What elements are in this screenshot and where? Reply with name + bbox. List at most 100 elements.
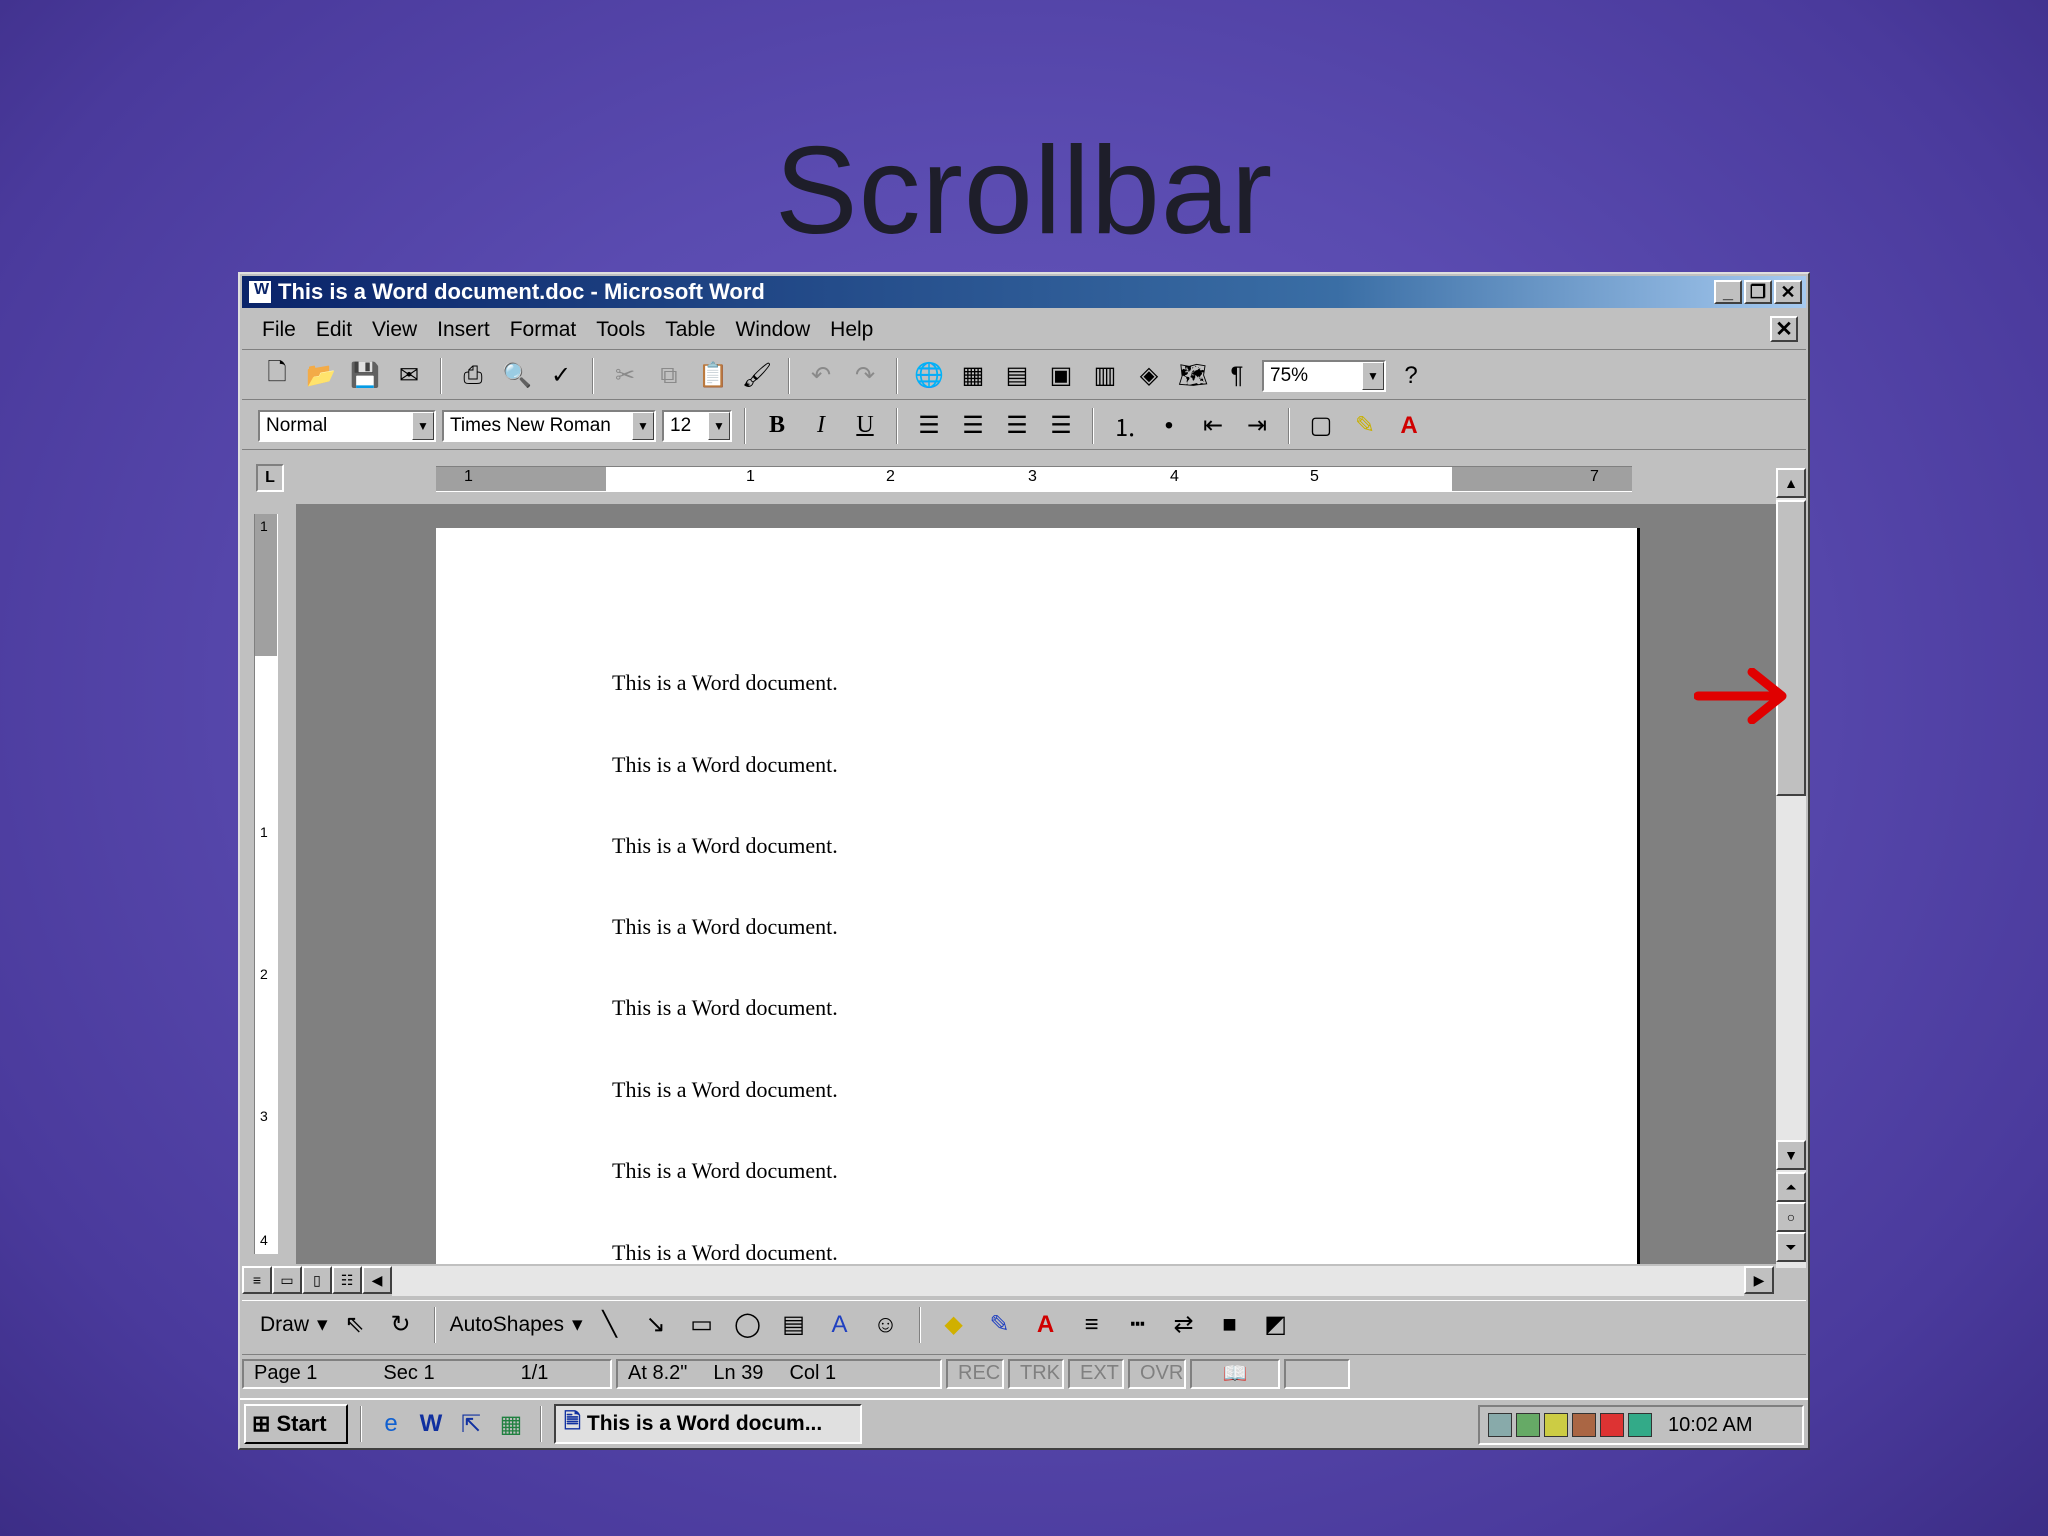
- bold-icon[interactable]: B: [758, 407, 796, 445]
- italic-icon[interactable]: I: [802, 407, 840, 445]
- hyperlink-icon[interactable]: 🌐: [910, 357, 948, 395]
- font-color-icon[interactable]: A: [1390, 407, 1428, 445]
- font-color-icon[interactable]: A: [1027, 1306, 1065, 1344]
- cut-icon[interactable]: ✂: [606, 357, 644, 395]
- outline-view-button[interactable]: ☷: [332, 1266, 362, 1294]
- zoom-select[interactable]: 75% ▼: [1262, 359, 1386, 392]
- status-trk[interactable]: TRK: [1008, 1358, 1064, 1389]
- document-line[interactable]: This is a Word document.: [612, 833, 838, 859]
- menu-format[interactable]: Format: [510, 318, 577, 342]
- document-area[interactable]: This is a Word document. This is a Word …: [296, 504, 1776, 1264]
- close-button[interactable]: ✕: [1774, 280, 1802, 304]
- spelling-status-icon[interactable]: 📖: [1190, 1358, 1280, 1389]
- insert-excel-icon[interactable]: ▣: [1042, 357, 1080, 395]
- scroll-up-button[interactable]: ▲: [1776, 468, 1806, 498]
- paste-icon[interactable]: 📋: [694, 357, 732, 395]
- ati-tray-icon[interactable]: [1600, 1413, 1624, 1437]
- chevron-down-icon[interactable]: ▼: [632, 411, 654, 440]
- style-select[interactable]: Normal ▼: [258, 409, 436, 442]
- fill-color-icon[interactable]: ◆: [935, 1306, 973, 1344]
- draw-menu[interactable]: Draw: [260, 1313, 309, 1337]
- document-line[interactable]: This is a Word document.: [612, 1077, 838, 1103]
- line-icon[interactable]: ╲: [591, 1306, 629, 1344]
- network-tray-icon[interactable]: [1488, 1413, 1512, 1437]
- menu-tools[interactable]: Tools: [596, 318, 645, 342]
- chevron-down-icon[interactable]: ▼: [708, 411, 730, 440]
- borders-icon[interactable]: ▢: [1302, 407, 1340, 445]
- text-box-icon[interactable]: ▤: [775, 1306, 813, 1344]
- scroll-down-button[interactable]: ▼: [1776, 1140, 1806, 1170]
- vertical-scrollbar[interactable]: ▲ ▼ ⏶ ○ ⏷: [1776, 468, 1806, 1268]
- clock[interactable]: 10:02 AM: [1668, 1414, 1753, 1437]
- menu-table[interactable]: Table: [665, 318, 715, 342]
- free-rotate-icon[interactable]: ↻: [382, 1306, 420, 1344]
- bullets-icon[interactable]: •: [1150, 407, 1188, 445]
- spelling-icon[interactable]: ✓: [542, 357, 580, 395]
- title-bar[interactable]: This is a Word document.doc - Microsoft …: [242, 276, 1806, 308]
- minimize-button[interactable]: _: [1714, 280, 1742, 304]
- document-line[interactable]: This is a Word document.: [612, 995, 838, 1021]
- document-map-icon[interactable]: 🗺: [1174, 357, 1212, 395]
- align-right-icon[interactable]: ☰: [998, 407, 1036, 445]
- columns-icon[interactable]: ▥: [1086, 357, 1124, 395]
- menu-window[interactable]: Window: [735, 318, 810, 342]
- cursor-app-icon[interactable]: ⇱: [454, 1407, 488, 1441]
- word-quicklaunch-icon[interactable]: W: [414, 1407, 448, 1441]
- email-icon[interactable]: ✉: [390, 357, 428, 395]
- status-ext[interactable]: EXT: [1068, 1358, 1124, 1389]
- decrease-indent-icon[interactable]: ⇤: [1194, 407, 1232, 445]
- taskbar-word-item[interactable]: 🗎 This is a Word docum...: [554, 1404, 862, 1444]
- document-line[interactable]: This is a Word document.: [612, 1158, 838, 1184]
- shadow-icon[interactable]: ■: [1211, 1306, 1249, 1344]
- wordart-icon[interactable]: A: [821, 1306, 859, 1344]
- line-color-icon[interactable]: ✎: [981, 1306, 1019, 1344]
- pen-tray-icon[interactable]: [1544, 1413, 1568, 1437]
- 3d-icon[interactable]: ◩: [1257, 1306, 1295, 1344]
- start-button[interactable]: ⊞ Start: [244, 1404, 348, 1444]
- menu-help[interactable]: Help: [830, 318, 873, 342]
- format-painter-icon[interactable]: 🖌: [738, 357, 776, 395]
- align-left-icon[interactable]: ☰: [910, 407, 948, 445]
- print-preview-icon[interactable]: 🔍: [498, 357, 536, 395]
- save-icon[interactable]: 💾: [346, 357, 384, 395]
- chevron-down-icon[interactable]: ▾: [317, 1312, 328, 1337]
- horizontal-ruler[interactable]: 1 1 2 3 4 5 7: [436, 466, 1632, 492]
- rectangle-icon[interactable]: ▭: [683, 1306, 721, 1344]
- menu-file[interactable]: File: [262, 318, 296, 342]
- restore-button[interactable]: ❐: [1744, 280, 1772, 304]
- power-tray-icon[interactable]: [1572, 1413, 1596, 1437]
- dash-style-icon[interactable]: ┅: [1119, 1306, 1157, 1344]
- scroll-left-button[interactable]: ◀: [362, 1266, 392, 1294]
- open-folder-icon[interactable]: 📂: [302, 357, 340, 395]
- undo-icon[interactable]: ↶: [802, 357, 840, 395]
- insert-table-icon[interactable]: ▤: [998, 357, 1036, 395]
- status-rec[interactable]: REC: [946, 1358, 1004, 1389]
- menu-edit[interactable]: Edit: [316, 318, 352, 342]
- status-ovr[interactable]: OVR: [1128, 1358, 1186, 1389]
- web-layout-button[interactable]: ▭: [272, 1266, 302, 1294]
- font-select[interactable]: Times New Roman ▼: [442, 409, 656, 442]
- clip-art-icon[interactable]: ☺: [867, 1306, 905, 1344]
- scroll-right-button[interactable]: ▶: [1744, 1266, 1774, 1294]
- tab-selector[interactable]: L: [256, 464, 284, 492]
- document-line[interactable]: This is a Word document.: [612, 670, 838, 696]
- copy-icon[interactable]: ⧉: [650, 357, 688, 395]
- menu-insert[interactable]: Insert: [437, 318, 490, 342]
- chevron-down-icon[interactable]: ▼: [412, 411, 434, 440]
- menu-view[interactable]: View: [372, 318, 417, 342]
- line-style-icon[interactable]: ≡: [1073, 1306, 1111, 1344]
- document-line[interactable]: This is a Word document.: [612, 752, 838, 778]
- grid-app-icon[interactable]: ▦: [494, 1407, 528, 1441]
- close-document-button[interactable]: ✕: [1770, 316, 1798, 342]
- document-page[interactable]: This is a Word document. This is a Word …: [436, 528, 1640, 1264]
- increase-indent-icon[interactable]: ⇥: [1238, 407, 1276, 445]
- document-line[interactable]: This is a Word document.: [612, 914, 838, 940]
- volume-tray-icon[interactable]: [1516, 1413, 1540, 1437]
- font-size-select[interactable]: 12 ▼: [662, 409, 732, 442]
- print-layout-button[interactable]: ▯: [302, 1266, 332, 1294]
- print-icon[interactable]: ⎙: [454, 357, 492, 395]
- arrow-icon[interactable]: ↘: [637, 1306, 675, 1344]
- previous-page-button[interactable]: ⏶: [1776, 1172, 1806, 1202]
- highlight-icon[interactable]: ✎: [1346, 407, 1384, 445]
- arrow-style-icon[interactable]: ⇄: [1165, 1306, 1203, 1344]
